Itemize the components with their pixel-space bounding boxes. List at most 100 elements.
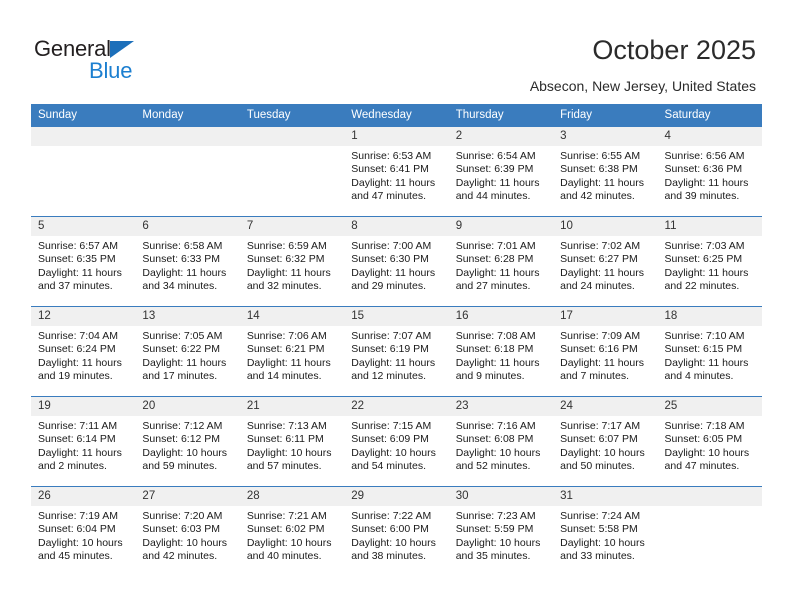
day-cell[interactable]: 31 Sunrise: 7:24 AM Sunset: 5:58 PM Dayl… bbox=[553, 487, 658, 576]
daylight-line-2: and 40 minutes. bbox=[246, 550, 322, 563]
day-cell[interactable]: 19 Sunrise: 7:11 AM Sunset: 6:14 PM Dayl… bbox=[31, 397, 136, 486]
sunrise-line: Sunrise: 7:13 AM bbox=[246, 420, 327, 432]
sunset-line: Sunset: 6:03 PM bbox=[142, 523, 221, 536]
sunrise-line: Sunrise: 7:00 AM bbox=[351, 240, 432, 252]
page-title: October 2025 bbox=[592, 35, 756, 65]
day-cell[interactable]: 3 Sunrise: 6:55 AM Sunset: 6:38 PM Dayli… bbox=[553, 127, 658, 216]
day-cell[interactable]: 23 Sunrise: 7:16 AM Sunset: 6:08 PM Dayl… bbox=[448, 397, 554, 486]
day-number: 28 bbox=[239, 487, 345, 506]
daylight-line-1: Daylight: 11 hours bbox=[664, 266, 749, 279]
day-details: Sunrise: 7:10 AM Sunset: 6:15 PM Dayligh… bbox=[658, 326, 762, 384]
day-number bbox=[135, 127, 240, 146]
day-number: 3 bbox=[553, 127, 658, 146]
daylight-line-1: Daylight: 11 hours bbox=[38, 266, 122, 279]
day-cell[interactable]: 28 Sunrise: 7:21 AM Sunset: 6:02 PM Dayl… bbox=[239, 487, 345, 576]
sunrise-line: Sunrise: 7:18 AM bbox=[664, 420, 745, 432]
day-cell[interactable]: 9 Sunrise: 7:01 AM Sunset: 6:28 PM Dayli… bbox=[448, 217, 554, 306]
page-header: General Blue October 2025 Absecon, New J… bbox=[0, 0, 792, 104]
calendar-week-row: 12 Sunrise: 7:04 AM Sunset: 6:24 PM Dayl… bbox=[31, 306, 762, 396]
day-cell[interactable]: 29 Sunrise: 7:22 AM Sunset: 6:00 PM Dayl… bbox=[344, 487, 449, 576]
day-details: Sunrise: 6:53 AM Sunset: 6:41 PM Dayligh… bbox=[344, 146, 448, 204]
day-cell[interactable]: 15 Sunrise: 7:07 AM Sunset: 6:19 PM Dayl… bbox=[344, 307, 449, 396]
day-details bbox=[31, 146, 135, 150]
sunset-line: Sunset: 6:38 PM bbox=[560, 163, 638, 176]
day-cell[interactable]: 11 Sunrise: 7:03 AM Sunset: 6:25 PM Dayl… bbox=[657, 217, 762, 306]
calendar-week-row: 1 Sunrise: 6:53 AM Sunset: 6:41 PM Dayli… bbox=[31, 126, 762, 216]
day-cell[interactable]: 12 Sunrise: 7:04 AM Sunset: 6:24 PM Dayl… bbox=[31, 307, 136, 396]
daylight-line-2: and 12 minutes. bbox=[351, 370, 426, 383]
daylight-line-2: and 37 minutes. bbox=[38, 280, 113, 293]
day-cell[interactable]: 24 Sunrise: 7:17 AM Sunset: 6:07 PM Dayl… bbox=[553, 397, 658, 486]
day-cell[interactable]: 4 Sunrise: 6:56 AM Sunset: 6:36 PM Dayli… bbox=[657, 127, 762, 216]
day-cell[interactable]: 14 Sunrise: 7:06 AM Sunset: 6:21 PM Dayl… bbox=[239, 307, 345, 396]
day-number: 10 bbox=[553, 217, 658, 236]
sunrise-line: Sunrise: 7:17 AM bbox=[560, 420, 641, 432]
day-cell[interactable]: 30 Sunrise: 7:23 AM Sunset: 5:59 PM Dayl… bbox=[448, 487, 554, 576]
sunset-line: Sunset: 6:30 PM bbox=[351, 253, 429, 266]
sunrise-line: Sunrise: 7:04 AM bbox=[38, 330, 118, 342]
day-cell bbox=[239, 127, 345, 216]
day-number: 13 bbox=[135, 307, 240, 326]
sunrise-line: Sunrise: 6:53 AM bbox=[351, 150, 432, 162]
day-cell[interactable]: 20 Sunrise: 7:12 AM Sunset: 6:12 PM Dayl… bbox=[135, 397, 240, 486]
daylight-line-1: Daylight: 10 hours bbox=[560, 536, 645, 549]
daylight-line-2: and 42 minutes. bbox=[142, 550, 218, 563]
sunset-line: Sunset: 6:25 PM bbox=[664, 253, 743, 266]
day-details: Sunrise: 7:15 AM Sunset: 6:09 PM Dayligh… bbox=[344, 416, 448, 474]
day-cell[interactable]: 22 Sunrise: 7:15 AM Sunset: 6:09 PM Dayl… bbox=[344, 397, 449, 486]
day-details bbox=[240, 146, 344, 150]
day-cell[interactable]: 8 Sunrise: 7:00 AM Sunset: 6:30 PM Dayli… bbox=[344, 217, 449, 306]
sunset-line: Sunset: 6:12 PM bbox=[142, 433, 221, 446]
sunset-line: Sunset: 6:00 PM bbox=[351, 523, 429, 536]
location-subtitle: Absecon, New Jersey, United States bbox=[529, 78, 756, 94]
daylight-line-2: and 35 minutes. bbox=[455, 550, 531, 563]
day-cell[interactable]: 13 Sunrise: 7:05 AM Sunset: 6:22 PM Dayl… bbox=[135, 307, 240, 396]
daylight-line-2: and 24 minutes. bbox=[560, 280, 635, 293]
day-details: Sunrise: 7:02 AM Sunset: 6:27 PM Dayligh… bbox=[553, 236, 657, 294]
day-cell bbox=[31, 127, 136, 216]
day-cell[interactable]: 26 Sunrise: 7:19 AM Sunset: 6:04 PM Dayl… bbox=[31, 487, 136, 576]
day-details: Sunrise: 7:19 AM Sunset: 6:04 PM Dayligh… bbox=[31, 506, 135, 564]
day-details bbox=[135, 146, 239, 150]
sunset-line: Sunset: 6:11 PM bbox=[246, 433, 324, 446]
day-cell[interactable]: 2 Sunrise: 6:54 AM Sunset: 6:39 PM Dayli… bbox=[448, 127, 554, 216]
day-cell[interactable]: 18 Sunrise: 7:10 AM Sunset: 6:15 PM Dayl… bbox=[657, 307, 762, 396]
daylight-line-2: and 45 minutes. bbox=[38, 550, 113, 563]
generalblue-logo[interactable]: General Blue bbox=[34, 36, 214, 84]
weekday-header-wednesday: Wednesday bbox=[351, 109, 412, 121]
daylight-line-1: Daylight: 10 hours bbox=[455, 446, 541, 459]
daylight-line-1: Daylight: 10 hours bbox=[455, 536, 541, 549]
day-cell[interactable]: 5 Sunrise: 6:57 AM Sunset: 6:35 PM Dayli… bbox=[31, 217, 136, 306]
day-cell[interactable]: 1 Sunrise: 6:53 AM Sunset: 6:41 PM Dayli… bbox=[344, 127, 449, 216]
sunrise-line: Sunrise: 6:58 AM bbox=[142, 240, 223, 252]
day-cell[interactable]: 7 Sunrise: 6:59 AM Sunset: 6:32 PM Dayli… bbox=[239, 217, 345, 306]
day-cell[interactable]: 16 Sunrise: 7:08 AM Sunset: 6:18 PM Dayl… bbox=[448, 307, 554, 396]
daylight-line-1: Daylight: 10 hours bbox=[351, 446, 436, 459]
day-number: 7 bbox=[239, 217, 345, 236]
day-details: Sunrise: 6:56 AM Sunset: 6:36 PM Dayligh… bbox=[658, 146, 762, 204]
daylight-line-1: Daylight: 10 hours bbox=[246, 446, 332, 459]
sunset-line: Sunset: 6:27 PM bbox=[560, 253, 638, 266]
daylight-line-2: and 38 minutes. bbox=[351, 550, 426, 563]
sunset-line: Sunset: 5:58 PM bbox=[560, 523, 638, 536]
day-cell[interactable]: 21 Sunrise: 7:13 AM Sunset: 6:11 PM Dayl… bbox=[239, 397, 345, 486]
daylight-line-2: and 7 minutes. bbox=[560, 370, 629, 383]
weekday-header-sunday: Sunday bbox=[38, 109, 78, 121]
sunset-line: Sunset: 6:33 PM bbox=[142, 253, 221, 266]
sunrise-line: Sunrise: 7:02 AM bbox=[560, 240, 641, 252]
day-cell[interactable]: 6 Sunrise: 6:58 AM Sunset: 6:33 PM Dayli… bbox=[135, 217, 240, 306]
sunset-line: Sunset: 6:07 PM bbox=[560, 433, 638, 446]
day-cell[interactable]: 17 Sunrise: 7:09 AM Sunset: 6:16 PM Dayl… bbox=[553, 307, 658, 396]
day-number: 17 bbox=[553, 307, 658, 326]
sunrise-line: Sunrise: 6:56 AM bbox=[664, 150, 745, 162]
day-cell[interactable]: 27 Sunrise: 7:20 AM Sunset: 6:03 PM Dayl… bbox=[135, 487, 240, 576]
day-cell[interactable]: 25 Sunrise: 7:18 AM Sunset: 6:05 PM Dayl… bbox=[657, 397, 762, 486]
day-details: Sunrise: 7:18 AM Sunset: 6:05 PM Dayligh… bbox=[658, 416, 762, 474]
daylight-line-2: and 2 minutes. bbox=[38, 460, 107, 473]
day-details: Sunrise: 7:07 AM Sunset: 6:19 PM Dayligh… bbox=[344, 326, 448, 384]
sunrise-line: Sunrise: 7:21 AM bbox=[246, 510, 327, 522]
daylight-line-1: Daylight: 11 hours bbox=[560, 356, 644, 369]
day-number: 1 bbox=[344, 127, 449, 146]
day-cell[interactable]: 10 Sunrise: 7:02 AM Sunset: 6:27 PM Dayl… bbox=[553, 217, 658, 306]
day-details: Sunrise: 7:00 AM Sunset: 6:30 PM Dayligh… bbox=[344, 236, 448, 294]
